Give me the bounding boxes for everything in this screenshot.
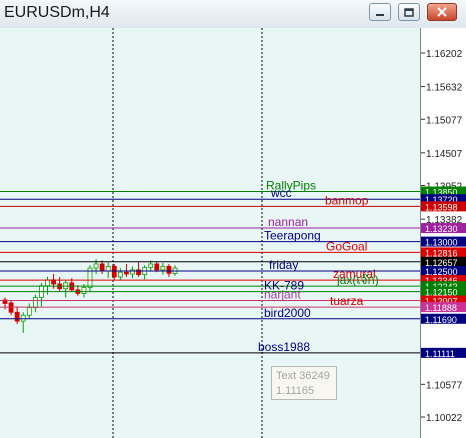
axis-tick-label: 1.10022: [426, 413, 463, 424]
candle-body: [105, 265, 111, 272]
candle-body: [111, 265, 117, 278]
text-object-tooltip: Text 36249 1.11165: [271, 366, 337, 400]
candle-body: [124, 271, 129, 275]
price-badge-label: 1.11111: [425, 349, 455, 359]
tooltip-value: 1.11165: [276, 385, 315, 397]
price-axis-divider: [420, 28, 421, 438]
restore-button[interactable]: [398, 3, 420, 21]
candle-body: [148, 263, 154, 268]
candle-body: [117, 271, 123, 278]
close-icon: [437, 7, 447, 17]
axis-tick-label: 1.15077: [426, 115, 463, 126]
axis-tick-label: 1.10577: [426, 380, 463, 391]
axis-tick-label: 1.15632: [426, 83, 463, 94]
price-badge-label: 1.13000: [425, 238, 458, 248]
level-label: nannan: [268, 215, 308, 229]
level-label: wcc: [270, 186, 292, 200]
price-badge-label: 1.13598: [425, 202, 458, 212]
tooltip-name: Text 36249: [276, 370, 330, 382]
candle-body: [32, 297, 38, 308]
candle-body: [99, 263, 105, 272]
price-chart[interactable]: 1.162021.156321.150771.145071.139521.133…: [0, 28, 466, 438]
restore-icon: [404, 8, 414, 17]
close-button[interactable]: [427, 3, 457, 21]
window-title: EURUSDm,H4: [4, 4, 110, 21]
level-label: bird2000: [264, 306, 311, 320]
candle-body: [81, 287, 87, 294]
candle-body: [154, 263, 160, 271]
candle-body: [26, 307, 32, 316]
candle-body: [45, 279, 50, 287]
axis-tick-label: 1.16202: [426, 49, 463, 60]
level-label: GoGoal: [326, 239, 367, 253]
plot-background: [0, 28, 420, 438]
axis-tick-label: 1.14507: [426, 149, 463, 160]
price-badge-label: 1.11888: [425, 303, 457, 313]
candle-body: [14, 311, 20, 322]
price-badge-label: 1.11690: [425, 315, 457, 325]
level-label: jax(เจ๊ก): [336, 273, 379, 287]
candle-body: [93, 263, 99, 269]
candle-body: [160, 265, 166, 271]
level-label: Teerapong: [264, 229, 321, 243]
price-badge-label: 1.13230: [425, 224, 458, 234]
level-label: tuarza: [330, 294, 364, 308]
minimize-button[interactable]: [369, 3, 391, 21]
chart-window[interactable]: EURUSDm,H4 1.16202 1.15632 1.15077 1.14507 1…: [0, 0, 466, 438]
minimize-icon: [376, 14, 384, 16]
level-label: banmop: [325, 193, 369, 207]
candle-body: [130, 269, 135, 275]
level-label: boss1988: [258, 340, 310, 354]
level-label: friday: [269, 258, 298, 272]
title-bar[interactable]: EURUSDm,H4: [0, 0, 466, 29]
candle-body: [166, 265, 172, 274]
candle-body: [20, 314, 26, 322]
level-label: narjant: [264, 287, 301, 301]
